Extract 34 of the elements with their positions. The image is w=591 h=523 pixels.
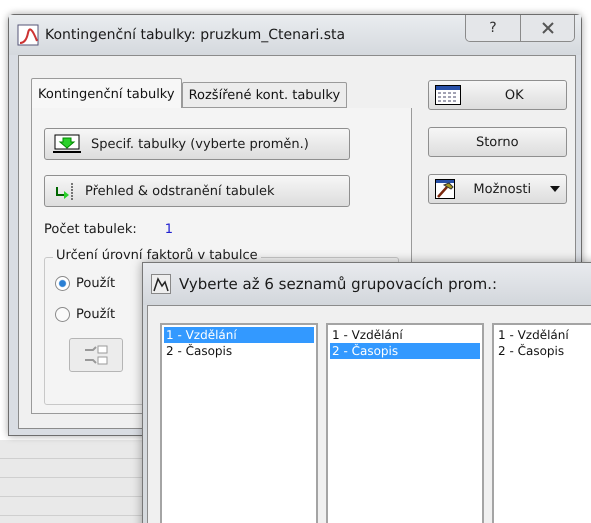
list-item[interactable]: 2 - Časopis (164, 343, 314, 359)
radio-label: Použít (76, 307, 116, 322)
count-label: Počet tabulek: (44, 222, 137, 237)
chart-icon (151, 274, 171, 294)
table-arrows-icon (83, 344, 109, 366)
window-title: Kontingenční tabulky: pruzkum_Ctenari.sta (45, 27, 346, 43)
variable-list[interactable]: 1 - Vzdělání 2 - Časopis (160, 323, 318, 523)
action-button[interactable]: Přehled & odstranění tabulek (44, 175, 350, 207)
screen-arrow-icon (53, 134, 81, 154)
dropdown-caret-icon (550, 186, 560, 192)
tab[interactable]: Kontingenční tabulky (31, 78, 182, 108)
close-button[interactable] (520, 15, 574, 41)
radio-button[interactable] (55, 307, 70, 322)
list-item[interactable]: 1 - Vzdělání (496, 327, 591, 343)
dialog-button[interactable]: Storno (428, 127, 567, 157)
dialog-button[interactable]: OK (428, 80, 567, 110)
table-icon (434, 85, 461, 105)
radio-button[interactable] (55, 276, 70, 291)
chart-icon (17, 24, 39, 46)
help-button[interactable]: ? (466, 15, 520, 41)
icon-button[interactable] (69, 338, 123, 372)
tab[interactable]: Rozšířené kont. tabulky (182, 82, 348, 108)
variable-list[interactable]: 1 - Vzdělání 2 - Časopis (492, 323, 591, 523)
curved-arrow-icon (53, 181, 75, 201)
list-item[interactable]: 1 - Vzdělání (330, 327, 480, 343)
dialog-title: Vyberte až 6 seznamů grupovacích prom.: (179, 275, 498, 293)
dialog-button[interactable]: Možnosti (428, 174, 567, 204)
variable-list[interactable]: 1 - Vzdělání 2 - Časopis (326, 323, 484, 523)
count-value: 1 (164, 222, 174, 237)
action-button[interactable]: Specif. tabulky (vyberte proměn.) (44, 128, 350, 160)
close-icon (540, 22, 554, 34)
hammer-icon (434, 179, 455, 199)
list-item[interactable]: 2 - Časopis (496, 343, 591, 359)
radio-label: Použít (76, 276, 116, 291)
